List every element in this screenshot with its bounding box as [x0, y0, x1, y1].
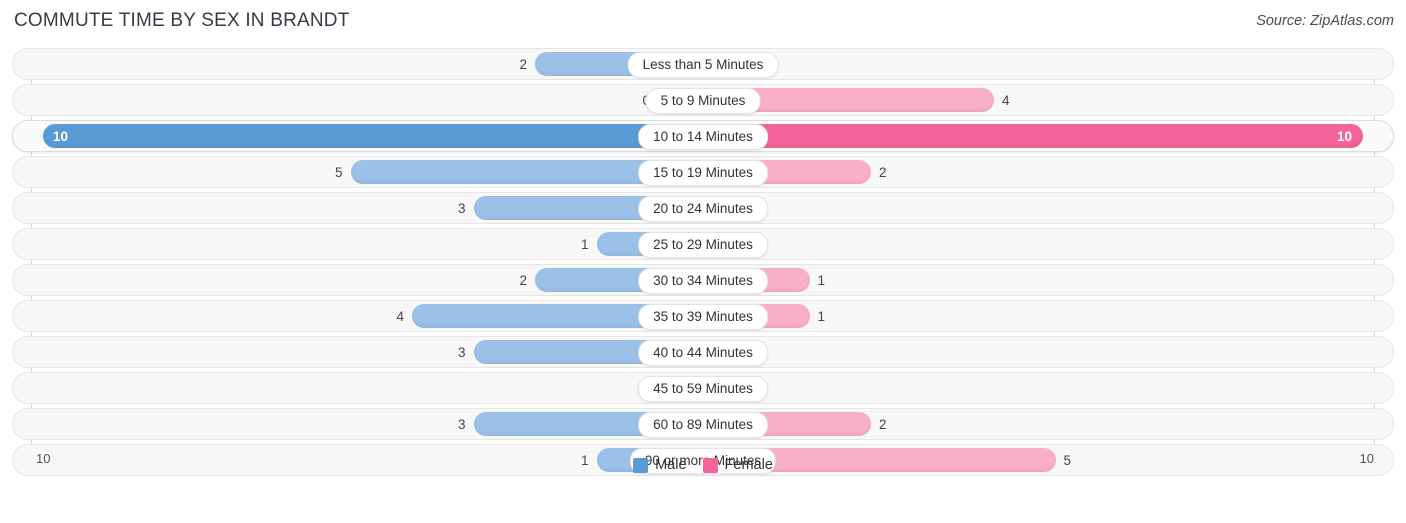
table-row[interactable]: 20Less than 5 Minutes [12, 48, 1394, 80]
bar-male[interactable] [43, 124, 703, 148]
category-label: 45 to 59 Minutes [638, 376, 768, 402]
category-label: 15 to 19 Minutes [638, 160, 768, 186]
value-male: 3 [457, 345, 466, 360]
value-female: 2 [879, 165, 887, 180]
table-row[interactable]: 5 2 15 to 19 Minutes [12, 156, 1394, 188]
table-row[interactable]: 2 1 30 to 34 Minutes [12, 264, 1394, 296]
value-female: 1 [817, 273, 826, 288]
value-male: 5 [334, 165, 343, 180]
category-label: 20 to 24 Minutes [638, 196, 768, 222]
table-row[interactable]: 0045 to 59 Minutes [12, 372, 1394, 404]
table-row[interactable]: 3040 to 44 Minutes [12, 336, 1394, 368]
category-label: Less than 5 Minutes [627, 52, 779, 78]
category-label: 40 to 44 Minutes [638, 340, 768, 366]
bar-rows: 20Less than 5 Minutes045 to 9 Minutes101… [0, 48, 1406, 480]
value-male: 4 [396, 309, 404, 324]
legend-swatch-icon [702, 457, 718, 473]
value-male: 3 [457, 417, 466, 432]
legend-item-female[interactable]: Female [702, 457, 773, 473]
category-label: 30 to 34 Minutes [638, 268, 768, 294]
chart-legend: Male Female [0, 457, 1406, 473]
legend-swatch-icon [633, 457, 649, 473]
table-row[interactable]: 10 10 10 to 14 Minutes [12, 120, 1394, 152]
category-label: 60 to 89 Minutes [638, 412, 768, 438]
value-male: 2 [519, 273, 527, 288]
plot-area: 20Less than 5 Minutes045 to 9 Minutes101… [0, 48, 1406, 485]
legend-label: Male [655, 457, 687, 473]
value-female: 4 [1002, 93, 1010, 108]
category-label: 5 to 9 Minutes [645, 88, 761, 114]
value-female: 10 [1337, 129, 1353, 144]
value-female: 1 [817, 309, 826, 324]
category-label: 10 to 14 Minutes [638, 124, 768, 150]
legend-label: Female [724, 457, 773, 473]
page-title: COMMUTE TIME BY SEX IN BRANDT [14, 10, 350, 31]
table-row[interactable]: 1025 to 29 Minutes [12, 228, 1394, 260]
value-male: 3 [457, 201, 466, 216]
value-female: 2 [879, 417, 887, 432]
source-attribution: Source: ZipAtlas.com [1256, 13, 1394, 29]
chart-page: COMMUTE TIME BY SEX IN BRANDT Source: Zi… [0, 0, 1406, 523]
table-row[interactable]: 3020 to 24 Minutes [12, 192, 1394, 224]
value-male: 2 [519, 57, 527, 72]
table-row[interactable]: 3 2 60 to 89 Minutes [12, 408, 1394, 440]
category-label: 25 to 29 Minutes [638, 232, 768, 258]
table-row[interactable]: 045 to 9 Minutes [12, 84, 1394, 116]
bar-female[interactable] [703, 124, 1363, 148]
legend-item-male[interactable]: Male [633, 457, 687, 473]
value-male: 1 [580, 237, 589, 252]
value-male: 10 [53, 129, 69, 144]
category-label: 35 to 39 Minutes [638, 304, 768, 330]
table-row[interactable]: 4 1 35 to 39 Minutes [12, 300, 1394, 332]
